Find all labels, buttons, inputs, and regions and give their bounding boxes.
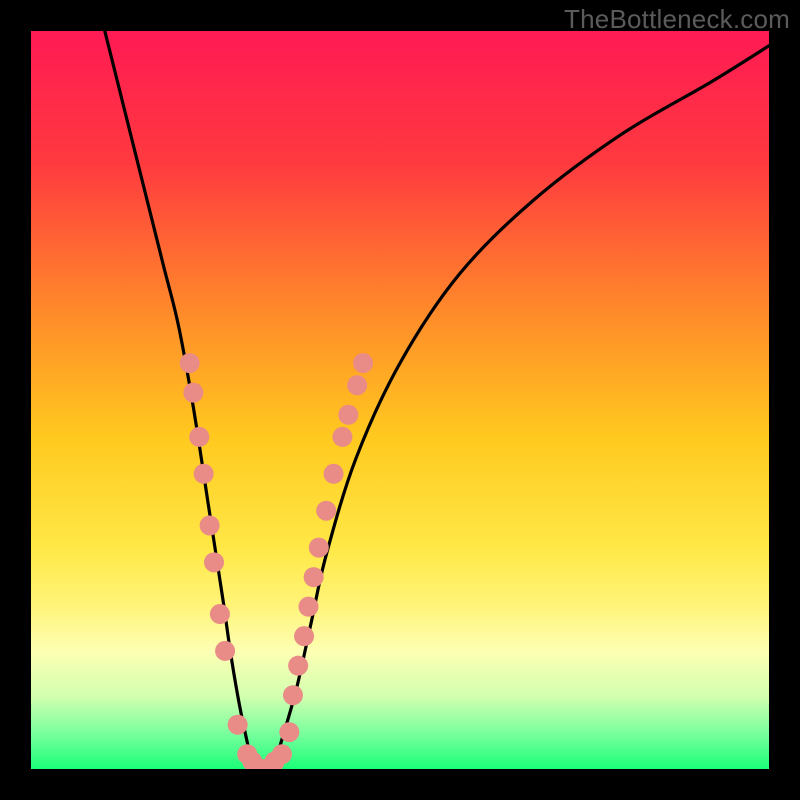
marker-point <box>180 353 200 373</box>
marker-point <box>272 744 292 764</box>
marker-point <box>279 722 299 742</box>
marker-point <box>194 464 214 484</box>
plot-svg <box>31 31 769 769</box>
marker-point <box>294 626 314 646</box>
marker-point <box>189 427 209 447</box>
marker-point <box>347 375 367 395</box>
marker-point <box>228 715 248 735</box>
marker-point <box>215 641 235 661</box>
marker-point <box>183 383 203 403</box>
marker-points <box>180 353 373 769</box>
marker-point <box>204 552 224 572</box>
marker-point <box>298 597 318 617</box>
marker-point <box>304 567 324 587</box>
marker-point <box>288 656 308 676</box>
marker-point <box>324 464 344 484</box>
marker-point <box>309 538 329 558</box>
bottleneck-curve <box>105 31 769 769</box>
marker-point <box>283 685 303 705</box>
marker-point <box>200 515 220 535</box>
marker-point <box>353 353 373 373</box>
marker-point <box>332 427 352 447</box>
plot-area <box>31 31 769 769</box>
marker-point <box>210 604 230 624</box>
marker-point <box>316 501 336 521</box>
marker-point <box>338 405 358 425</box>
